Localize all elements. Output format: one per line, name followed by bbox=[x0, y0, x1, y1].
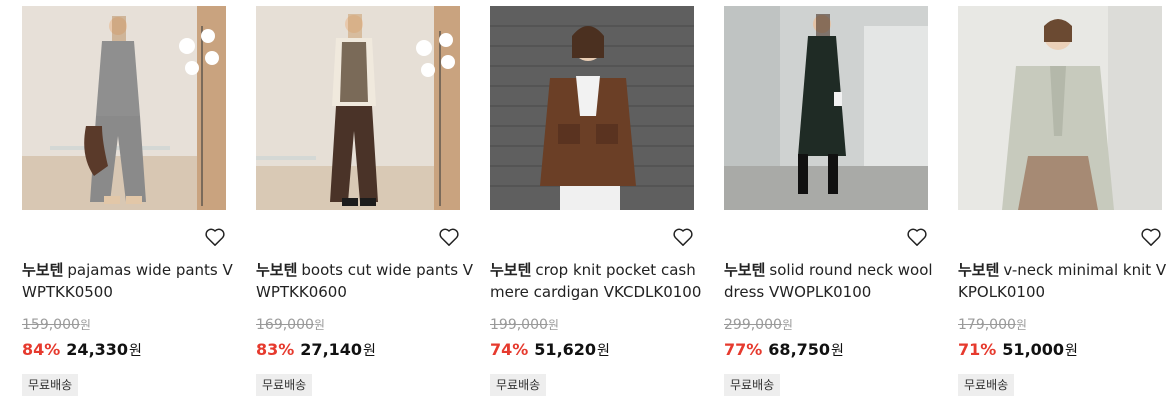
product-image[interactable] bbox=[490, 6, 694, 210]
product-title[interactable]: 누보텐 boots cut wide pants VWPTKK0600 bbox=[256, 259, 476, 303]
product-image[interactable] bbox=[958, 6, 1162, 210]
product-card[interactable]: 누보텐 solid round neck wool dress VWOPLK010… bbox=[724, 0, 933, 406]
heart-outline-icon[interactable] bbox=[438, 227, 460, 247]
product-card[interactable]: 누보텐 crop knit pocket cashmere cardigan VK… bbox=[490, 0, 701, 406]
currency-label: 원 bbox=[597, 343, 610, 359]
original-price: 199,000원 bbox=[490, 316, 559, 333]
heart-outline-icon[interactable] bbox=[672, 227, 694, 247]
discount-rate: 83% bbox=[256, 340, 295, 359]
original-price-value: 179,000 bbox=[958, 317, 1016, 333]
product-title[interactable]: 누보텐 solid round neck wool dress VWOPLK010… bbox=[724, 259, 944, 303]
sale-price: 24,330 bbox=[66, 340, 129, 359]
product-image[interactable] bbox=[724, 6, 928, 210]
original-price: 159,000원 bbox=[22, 316, 91, 333]
product-card[interactable]: 누보텐 v-neck minimal knit VKPOLK0100 179,00… bbox=[958, 0, 1166, 406]
heart-outline-icon[interactable] bbox=[204, 227, 226, 247]
product-image[interactable] bbox=[256, 6, 460, 210]
currency-label: 원 bbox=[363, 343, 376, 359]
currency-label: 원 bbox=[781, 318, 793, 332]
sale-price: 68,750 bbox=[768, 340, 831, 359]
original-price-value: 299,000 bbox=[724, 317, 782, 333]
sale-price: 27,140 bbox=[300, 340, 363, 359]
product-photo-v-neck-minimal-knit bbox=[958, 6, 1162, 210]
product-brand: 누보텐 bbox=[256, 261, 298, 279]
product-brand: 누보텐 bbox=[490, 261, 532, 279]
product-photo-pajamas-wide-pants bbox=[22, 6, 226, 210]
free-shipping-badge: 무료배송 bbox=[490, 374, 547, 396]
sale-price-line: 83% 27,140원 bbox=[256, 340, 376, 360]
product-title[interactable]: 누보텐 crop knit pocket cashmere cardigan VK… bbox=[490, 259, 710, 303]
discount-rate: 84% bbox=[22, 340, 61, 359]
discount-rate: 71% bbox=[958, 340, 997, 359]
original-price: 299,000원 bbox=[724, 316, 793, 333]
product-card[interactable]: 누보텐 boots cut wide pants VWPTKK0600 169,0… bbox=[256, 0, 473, 406]
sale-price-line: 77% 68,750원 bbox=[724, 340, 844, 360]
product-photo-boots-cut-wide-pants bbox=[256, 6, 460, 210]
original-price: 179,000원 bbox=[958, 316, 1027, 333]
currency-label: 원 bbox=[547, 318, 559, 332]
heart-outline-icon[interactable] bbox=[906, 227, 928, 247]
currency-label: 원 bbox=[1065, 343, 1078, 359]
original-price-value: 199,000 bbox=[490, 317, 548, 333]
sale-price-line: 74% 51,620원 bbox=[490, 340, 610, 360]
sale-price: 51,620 bbox=[534, 340, 597, 359]
product-brand: 누보텐 bbox=[724, 261, 766, 279]
original-price-value: 159,000 bbox=[22, 317, 80, 333]
product-brand: 누보텐 bbox=[958, 261, 1000, 279]
currency-label: 원 bbox=[79, 318, 91, 332]
free-shipping-badge: 무료배송 bbox=[256, 374, 313, 396]
currency-label: 원 bbox=[129, 343, 142, 359]
free-shipping-badge: 무료배송 bbox=[22, 374, 79, 396]
product-photo-round-neck-wool-dress bbox=[724, 6, 928, 210]
sale-price-line: 71% 51,000원 bbox=[958, 340, 1078, 360]
product-title[interactable]: 누보텐 v-neck minimal knit VKPOLK0100 bbox=[958, 259, 1170, 303]
product-brand: 누보텐 bbox=[22, 261, 64, 279]
product-image[interactable] bbox=[22, 6, 226, 210]
original-price: 169,000원 bbox=[256, 316, 325, 333]
sale-price: 51,000 bbox=[1002, 340, 1065, 359]
sale-price-line: 84% 24,330원 bbox=[22, 340, 142, 360]
currency-label: 원 bbox=[313, 318, 325, 332]
currency-label: 원 bbox=[1015, 318, 1027, 332]
free-shipping-badge: 무료배송 bbox=[958, 374, 1015, 396]
original-price-value: 169,000 bbox=[256, 317, 314, 333]
product-grid: 누보텐 pajamas wide pants VWPTKK0500 159,000… bbox=[0, 0, 1173, 406]
free-shipping-badge: 무료배송 bbox=[724, 374, 781, 396]
product-card[interactable]: 누보텐 pajamas wide pants VWPTKK0500 159,000… bbox=[22, 0, 233, 406]
heart-outline-icon[interactable] bbox=[1140, 227, 1162, 247]
discount-rate: 77% bbox=[724, 340, 763, 359]
discount-rate: 74% bbox=[490, 340, 529, 359]
product-photo-crop-knit-cardigan bbox=[490, 6, 694, 210]
product-title[interactable]: 누보텐 pajamas wide pants VWPTKK0500 bbox=[22, 259, 242, 303]
currency-label: 원 bbox=[831, 343, 844, 359]
